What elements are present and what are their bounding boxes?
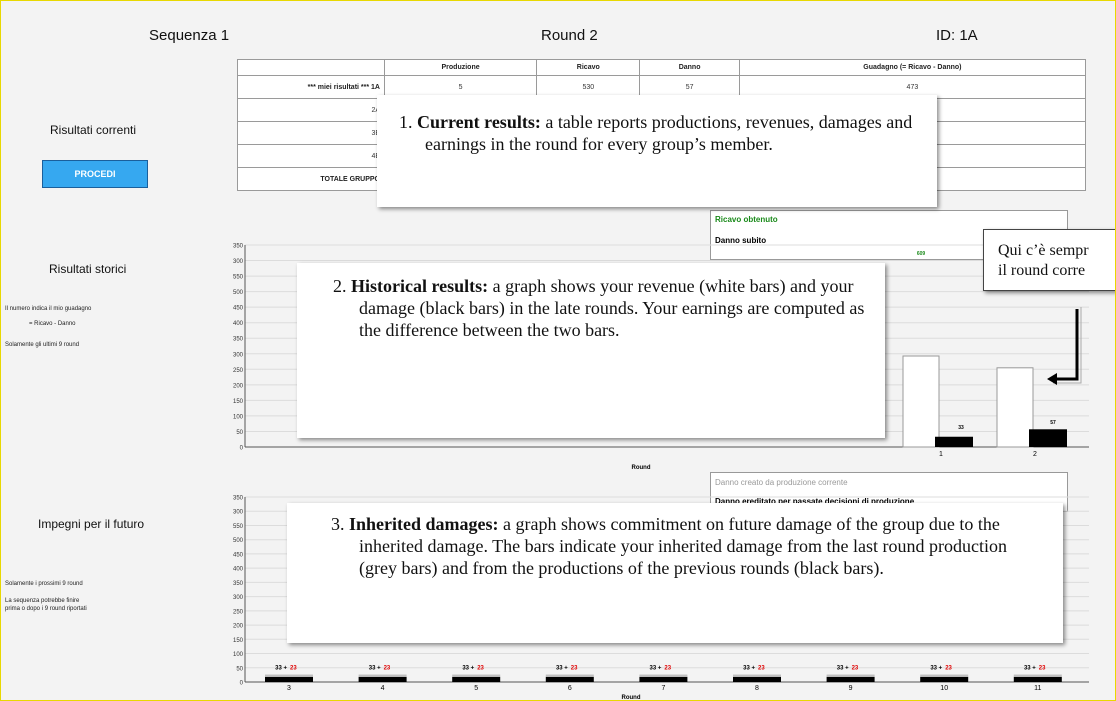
arrow-overlay — [1047, 307, 1082, 385]
arrow-icon — [1053, 309, 1079, 381]
arrowhead-icon — [1047, 373, 1057, 385]
app-window: Sequenza 1 Round 2 ID: 1A Produzione Ric… — [0, 0, 1116, 701]
